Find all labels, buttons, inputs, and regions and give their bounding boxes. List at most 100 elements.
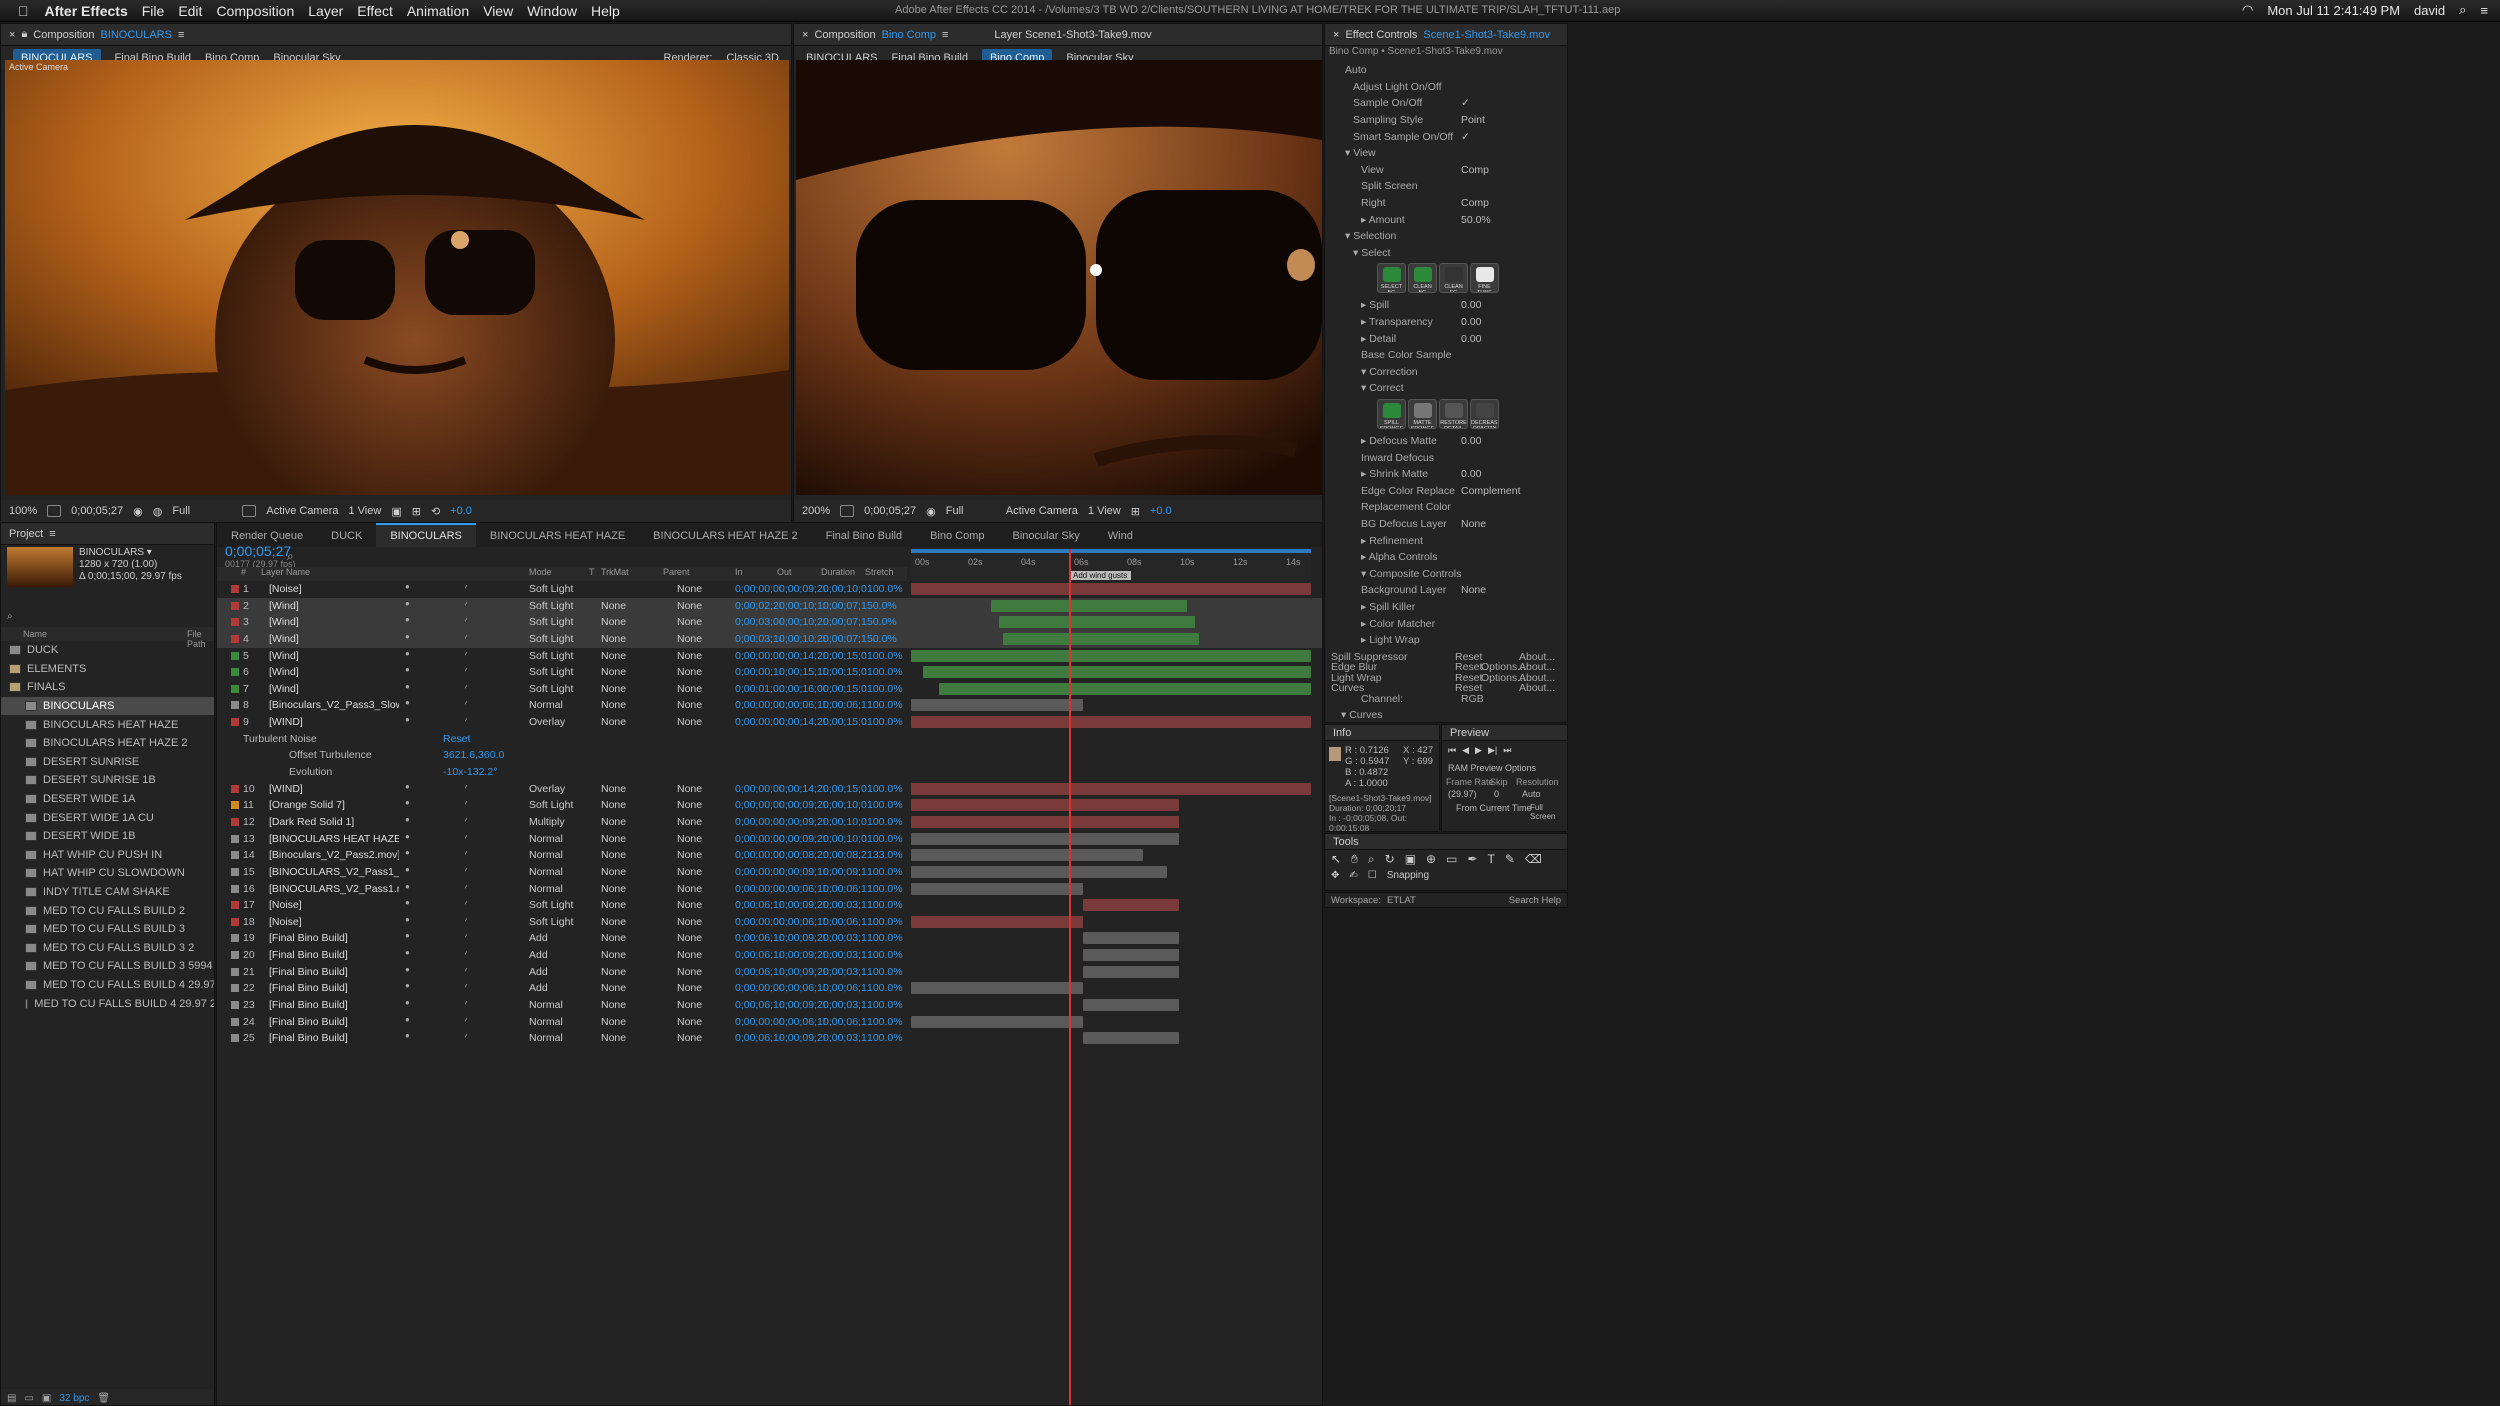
layer-in-point[interactable]: 0;00;00;00 xyxy=(735,650,781,662)
layer-in-point[interactable]: 0;00;06;16 xyxy=(735,899,781,911)
quality-switch-icon[interactable]: ⁄ xyxy=(465,1015,467,1027)
parent-select[interactable]: None xyxy=(677,666,723,678)
toggle-icon[interactable]: ▣ xyxy=(391,505,401,518)
layer-duration-bar[interactable] xyxy=(1083,899,1179,912)
user-name[interactable]: david xyxy=(2414,3,2445,18)
timeline-tab[interactable]: Binocular Sky xyxy=(999,525,1094,547)
layer-duration[interactable]: 0;00;15;00 xyxy=(823,666,867,678)
menu-layer[interactable]: Layer xyxy=(308,3,343,19)
trkmat-select[interactable]: None xyxy=(601,816,651,828)
quality-switch-icon[interactable]: ⁄ xyxy=(465,782,467,794)
layer-mode-select[interactable]: Add xyxy=(529,982,585,994)
layer-label-color[interactable] xyxy=(231,601,239,610)
layer-name[interactable]: [BINOCULARS_V2_Pass1.mov] xyxy=(269,883,399,895)
matte-sponge-button[interactable]: MATTE SPONGE xyxy=(1408,398,1437,429)
layer-mode-select[interactable]: Normal xyxy=(529,999,585,1011)
layer-mode-select[interactable]: Add xyxy=(529,932,585,944)
trkmat-select[interactable]: None xyxy=(601,716,651,728)
layer-label-color[interactable] xyxy=(231,784,239,793)
parent-select[interactable]: None xyxy=(677,1016,723,1028)
layer-stretch[interactable]: 100.0% xyxy=(867,899,907,911)
layer-label-color[interactable] xyxy=(231,701,239,710)
layer-label-color[interactable] xyxy=(231,651,239,660)
layer-duration[interactable]: 0;00;06;16 xyxy=(823,699,867,711)
layer-label-color[interactable] xyxy=(231,817,239,826)
layer-duration[interactable]: 0;00;07;15 xyxy=(823,633,867,645)
puppet-tool-icon[interactable]: ✥ xyxy=(1331,870,1339,881)
project-item[interactable]: HAT WHIP CU SLOWDOWN xyxy=(1,864,214,883)
layer-duration-bar[interactable] xyxy=(911,799,1179,812)
trkmat-select[interactable]: None xyxy=(601,899,651,911)
from-current-time[interactable]: From Current Time xyxy=(1456,803,1532,813)
timeline-tab[interactable]: Bino Comp xyxy=(916,525,998,547)
timeline-search-icon[interactable]: ⌕ xyxy=(287,549,294,564)
effect-param-value[interactable]: None xyxy=(1461,518,1486,530)
layer-duration-bar[interactable] xyxy=(911,832,1179,845)
effect-param-value[interactable]: ✓ xyxy=(1461,131,1470,143)
time-ruler[interactable]: 00s 02s 04s 06s 08s 10s 12s 14s Add wind gusts xyxy=(911,549,1311,581)
next-frame-icon[interactable]: ▶| xyxy=(1488,745,1497,756)
visibility-eye-icon[interactable]: ● xyxy=(405,882,410,891)
layer-out-point[interactable]: 0;00;06;15 xyxy=(779,916,825,928)
layer-mode-select[interactable]: Normal xyxy=(529,1016,585,1028)
layer-in-point[interactable]: 0;00;00;00 xyxy=(735,833,781,845)
frame-rate-value[interactable]: (29.97) xyxy=(1448,789,1477,799)
layer-stretch[interactable]: 100.0% xyxy=(867,683,907,695)
layer-label-color[interactable] xyxy=(231,934,239,943)
layer-in-point[interactable]: 0;00;06;16 xyxy=(735,932,781,944)
visibility-eye-icon[interactable]: ● xyxy=(405,782,410,791)
layer-panel-tab[interactable]: Layer Scene1-Shot3-Take9.mov xyxy=(994,29,1151,41)
menu-file[interactable]: File xyxy=(142,3,165,19)
new-folder-icon[interactable]: ▭ xyxy=(24,1393,33,1404)
layer-row[interactable]: 8 [Binoculars_V2_Pass3_Slowmo.mov] ● ⁄ Norma… xyxy=(217,697,1322,714)
timeline-tab[interactable]: DUCK xyxy=(317,525,376,547)
project-item[interactable]: HAT WHIP CU PUSH IN xyxy=(1,846,214,865)
quality-switch-icon[interactable]: ⁄ xyxy=(465,948,467,960)
layer-label-color[interactable] xyxy=(231,1001,239,1009)
close-icon[interactable]: × xyxy=(802,29,808,41)
layer-name[interactable]: [WIND] xyxy=(269,783,399,795)
effect-param-row[interactable]: ▸ Detail 0.00 xyxy=(1325,330,1557,347)
trkmat-select[interactable]: None xyxy=(601,916,651,928)
effect-param-row[interactable]: Replacement Color xyxy=(1325,499,1557,516)
layer-mode-select[interactable]: Soft Light xyxy=(529,683,585,695)
timeline-tab[interactable]: Final Bino Build xyxy=(812,525,916,547)
views-select[interactable]: 1 View xyxy=(1088,505,1121,517)
menu-composition[interactable]: Composition xyxy=(216,3,294,19)
visibility-eye-icon[interactable]: ● xyxy=(405,632,410,641)
trkmat-select[interactable]: None xyxy=(601,833,651,845)
layer-mode-select[interactable]: Soft Light xyxy=(529,916,585,928)
layer-out-point[interactable]: 0;00;09;29 xyxy=(779,966,825,978)
effect-param-row[interactable]: View Comp xyxy=(1325,162,1557,179)
effect-param-row[interactable]: Right Comp xyxy=(1325,195,1557,212)
trkmat-select[interactable]: None xyxy=(601,1032,651,1044)
full-screen[interactable]: Full Screen xyxy=(1530,803,1567,821)
parent-select[interactable]: None xyxy=(677,883,723,895)
layer-label-color[interactable] xyxy=(231,801,239,810)
quality-switch-icon[interactable]: ⁄ xyxy=(465,632,467,644)
parent-select[interactable]: None xyxy=(677,899,723,911)
layer-name[interactable]: [WIND] xyxy=(269,716,399,728)
effect-param-value[interactable]: None xyxy=(1461,584,1486,596)
visibility-eye-icon[interactable]: ● xyxy=(405,965,410,974)
layer-stretch[interactable]: 100.0% xyxy=(867,583,907,595)
layer-out-point[interactable]: 0;00;09;29 xyxy=(779,999,825,1011)
pan-behind-tool-icon[interactable]: ⊕ xyxy=(1426,852,1436,867)
effect-param-value[interactable]: 0.00 xyxy=(1461,333,1481,345)
layer-label-color[interactable] xyxy=(231,884,239,893)
layer-mode-select[interactable]: Normal xyxy=(529,699,585,711)
effect-property-value[interactable]: 3621.6,360.0 xyxy=(443,749,533,761)
layer-in-point[interactable]: 0;00;00;00 xyxy=(735,883,781,895)
header-in[interactable]: In xyxy=(735,567,743,577)
quality-switch-icon[interactable]: ⁄ xyxy=(465,998,467,1010)
quality-switch-icon[interactable]: ⁄ xyxy=(465,665,467,677)
selection-tool-icon[interactable]: ↖ xyxy=(1331,852,1341,867)
timeline-tab[interactable]: BINOCULARS HEAT HAZE 2 xyxy=(639,525,811,547)
layer-duration-bar[interactable] xyxy=(911,649,1311,662)
quality-switch-icon[interactable]: ⁄ xyxy=(465,682,467,694)
layer-out-point[interactable]: 0;00;14;29 xyxy=(779,650,825,662)
trkmat-select[interactable]: None xyxy=(601,866,651,878)
layer-in-point[interactable]: 0;00;00;00 xyxy=(735,816,781,828)
panel-menu-icon[interactable]: ≡ xyxy=(178,29,184,41)
visibility-eye-icon[interactable]: ● xyxy=(405,698,410,707)
